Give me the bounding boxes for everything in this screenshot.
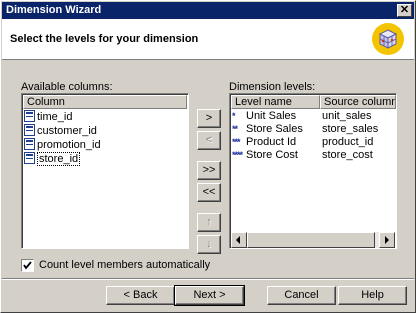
available-columns-list[interactable]: Column time_id customer_id promotion_id … [21, 93, 189, 249]
arrow-left-icon [236, 236, 240, 244]
scroll-right-button[interactable] [379, 232, 395, 248]
source-column-header[interactable]: Source column [320, 95, 396, 109]
add-all-button[interactable]: >> [197, 161, 221, 180]
page-title: Select the levels for your dimension [10, 33, 199, 45]
count-members-label[interactable]: Count level members automatically [39, 259, 210, 271]
list-item[interactable]: promotion_id [24, 138, 101, 152]
column-icon [24, 110, 35, 122]
horizontal-scrollbar[interactable] [231, 232, 395, 248]
column-icon [24, 152, 35, 164]
help-button[interactable]: Help [338, 286, 407, 305]
scroll-thumb[interactable] [247, 232, 375, 248]
level-name-header[interactable]: Level name [231, 95, 320, 109]
list-item[interactable]: store_id [24, 152, 81, 166]
wizard-header: Select the levels for your dimension [2, 19, 414, 60]
column-icon [24, 124, 35, 136]
list-item[interactable]: time_id [24, 110, 72, 124]
dimension-levels-label: Dimension levels: [229, 81, 316, 93]
close-button[interactable]: ✕ [397, 4, 412, 17]
remove-button[interactable]: < [197, 131, 221, 150]
column-icon [24, 138, 35, 150]
count-members-checkbox[interactable] [21, 259, 34, 272]
cube-wizard-icon [372, 23, 404, 55]
level-depth-icon: * [232, 111, 236, 121]
column-header[interactable]: Column [23, 95, 187, 109]
move-down-button[interactable]: ↓ [197, 235, 221, 254]
table-row[interactable]: * Unit Sales unit_sales [232, 110, 372, 123]
list-item[interactable]: customer_id [24, 124, 97, 138]
table-row[interactable]: *** Product Id product_id [232, 136, 373, 149]
add-button[interactable]: > [197, 109, 221, 128]
level-depth-icon: **** [232, 150, 243, 160]
window-title: Dimension Wizard [6, 4, 102, 16]
dimension-levels-list[interactable]: Level name Source column * Unit Sales unit… [229, 93, 397, 249]
table-row[interactable]: **** Store Cost store_cost [232, 149, 373, 162]
level-depth-icon: ** [232, 124, 238, 134]
cancel-button[interactable]: Cancel [267, 286, 336, 305]
level-depth-icon: *** [232, 137, 241, 147]
title-bar: Dimension Wizard ✕ [2, 2, 414, 19]
table-row[interactable]: ** Store Sales store_sales [232, 123, 378, 136]
dimension-wizard-window: Dimension Wizard ✕ Select the levels for… [0, 0, 416, 313]
back-button[interactable]: < Back [106, 286, 175, 305]
available-columns-label: Available columns: [21, 81, 113, 93]
close-icon: ✕ [399, 4, 410, 16]
footer-divider [2, 278, 414, 280]
checkmark-icon [23, 261, 32, 270]
arrow-right-icon [385, 236, 389, 244]
remove-all-button[interactable]: << [197, 183, 221, 202]
move-up-button[interactable]: ↑ [197, 213, 221, 232]
scroll-left-button[interactable] [231, 232, 247, 248]
next-button[interactable]: Next > [174, 285, 245, 306]
